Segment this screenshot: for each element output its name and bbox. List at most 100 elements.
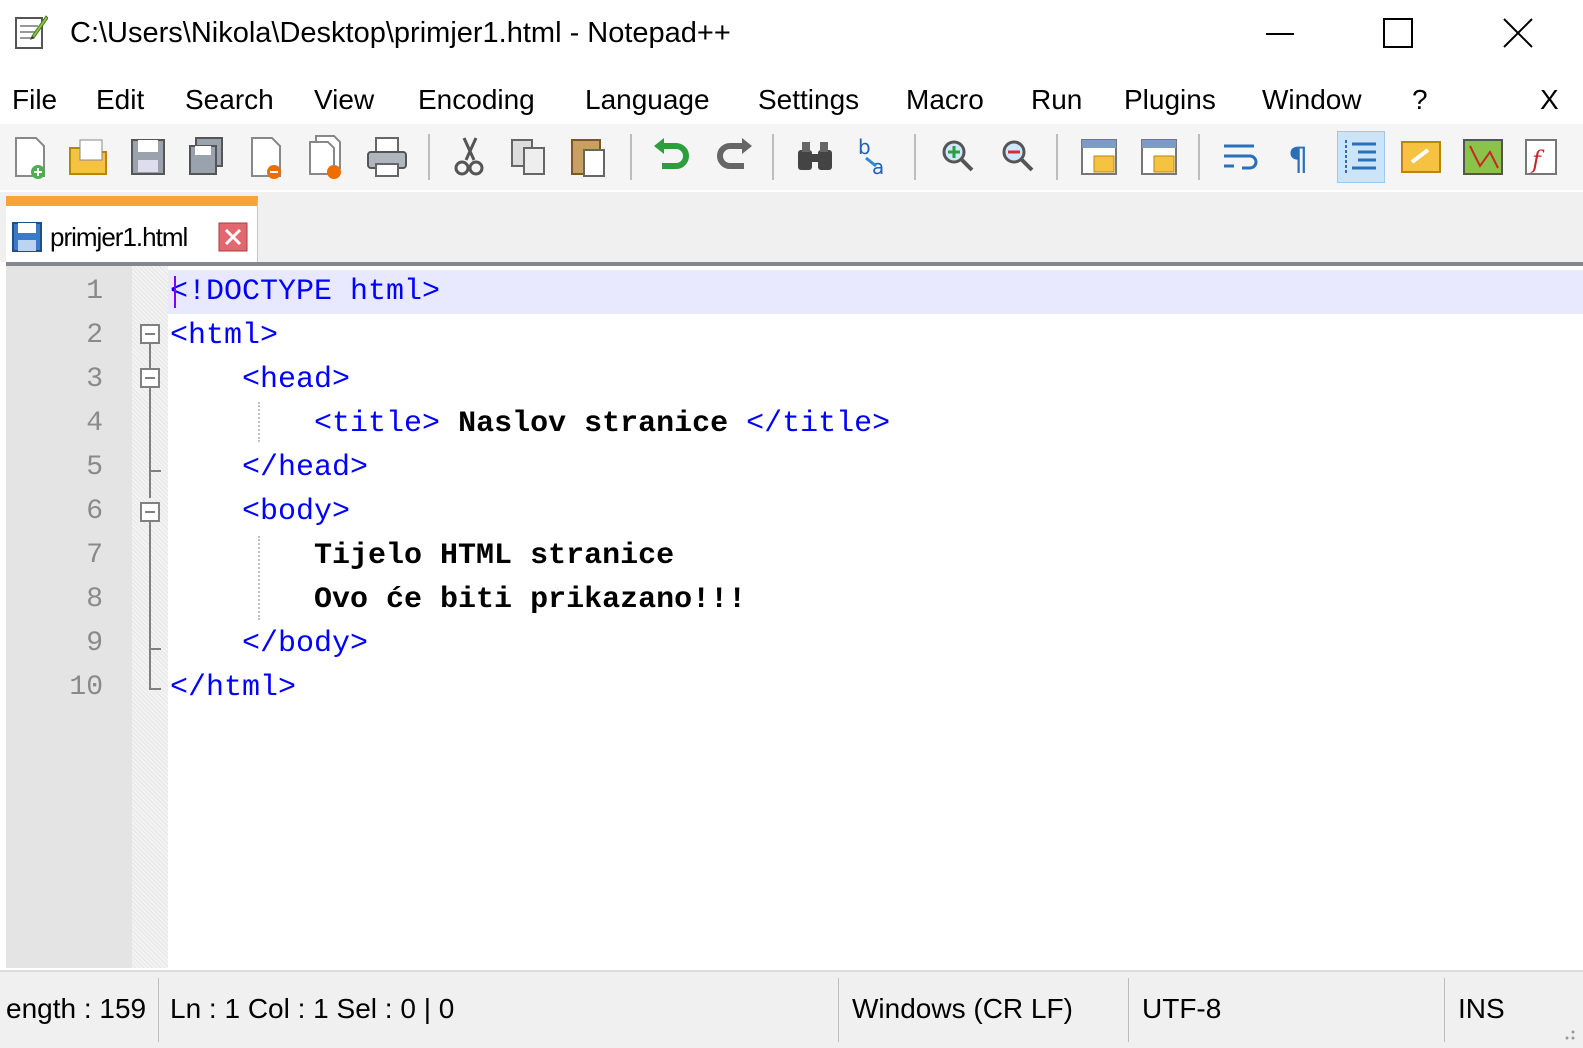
html-tag-token: <head>	[242, 363, 351, 397]
sync-vertical-icon[interactable]	[1076, 132, 1122, 182]
status-length: ength : 159	[6, 993, 147, 1024]
code-editor[interactable]: 1 2 3 4 5 6 7 8 9 10 <!DOCTYPE html> <ht…	[6, 262, 1583, 968]
menu-plugins[interactable]: Plugins	[1124, 80, 1216, 120]
status-position: Ln : 1 Col : 1 Sel : 0 | 0	[170, 993, 455, 1024]
menu-help[interactable]: ?	[1412, 80, 1428, 120]
status-encoding[interactable]: UTF-8	[1142, 986, 1221, 1032]
menu-language[interactable]: Language	[585, 80, 710, 120]
text-token: Naslov stranice	[440, 407, 747, 441]
show-all-chars-icon[interactable]: ¶	[1278, 132, 1324, 182]
new-file-icon[interactable]	[8, 132, 54, 182]
html-tag-token: </head>	[242, 451, 369, 485]
fold-line	[149, 344, 151, 368]
text-token: Tijelo HTML stranice	[314, 539, 675, 573]
menu-encoding[interactable]: Encoding	[418, 80, 535, 120]
maximize-button[interactable]	[1338, 0, 1458, 66]
title-bar: C:\Users\Nikola\Desktop\primjer1.html - …	[0, 0, 1583, 66]
tab-label: primjer1.html	[50, 222, 188, 252]
line-number: 1	[86, 276, 103, 307]
menu-settings[interactable]: Settings	[758, 80, 859, 120]
redo-icon[interactable]	[710, 132, 756, 182]
indent-guide-icon[interactable]	[1337, 131, 1385, 183]
notepad-plus-plus-icon[interactable]	[14, 12, 49, 50]
maximize-icon	[1383, 18, 1413, 48]
zoom-in-icon[interactable]	[934, 132, 980, 182]
code-line[interactable]: Ovo će biti prikazano!!!	[170, 578, 746, 622]
html-tag-token: <!DOCTYPE html>	[170, 275, 441, 309]
menu-bar: File Edit Search View Encoding Language …	[0, 76, 1583, 122]
save-icon	[10, 220, 44, 254]
code-line[interactable]: </head>	[170, 446, 368, 490]
resize-grip-icon[interactable]	[1555, 1020, 1577, 1042]
minimize-icon	[1266, 33, 1294, 35]
svg-text:b: b	[858, 135, 871, 159]
code-line[interactable]: <html>	[170, 314, 278, 358]
menu-window[interactable]: Window	[1262, 80, 1362, 120]
menu-run[interactable]: Run	[1031, 80, 1082, 120]
copy-icon[interactable]	[506, 132, 552, 182]
close-document-button[interactable]: X	[1540, 80, 1559, 120]
code-line[interactable]: <!DOCTYPE html>	[170, 270, 440, 314]
close-icon[interactable]	[244, 132, 290, 182]
line-number: 2	[86, 320, 103, 351]
code-line[interactable]: </html>	[170, 666, 296, 710]
function-list-icon[interactable]: f	[1520, 132, 1566, 182]
zoom-out-icon[interactable]	[994, 132, 1040, 182]
toolbar-separator	[914, 134, 916, 180]
fold-line	[149, 522, 151, 688]
print-icon[interactable]	[364, 132, 410, 182]
code-line[interactable]: <head>	[170, 358, 350, 402]
cut-icon[interactable]	[446, 132, 492, 182]
code-line[interactable]: </body>	[170, 622, 368, 666]
fold-toggle-html[interactable]	[140, 324, 160, 344]
menu-edit[interactable]: Edit	[96, 80, 144, 120]
minimize-button[interactable]	[1220, 0, 1340, 66]
close-all-icon[interactable]	[304, 132, 350, 182]
menu-file[interactable]: File	[12, 80, 57, 120]
menu-macro[interactable]: Macro	[906, 80, 984, 120]
tab-primjer1[interactable]: primjer1.html	[6, 196, 258, 262]
code-line[interactable]: Tijelo HTML stranice	[170, 534, 674, 578]
status-bar: ength : 159 Ln : 1 Col : 1 Sel : 0 | 0 W…	[0, 970, 1583, 1048]
menu-search[interactable]: Search	[185, 80, 274, 120]
close-icon	[1503, 18, 1533, 48]
toolbar: ba ¶ f	[0, 124, 1583, 190]
line-number: 7	[86, 540, 103, 571]
status-insert-mode[interactable]: INS	[1458, 986, 1505, 1032]
status-eol[interactable]: Windows (CR LF)	[852, 986, 1073, 1032]
word-wrap-icon[interactable]	[1218, 132, 1264, 182]
html-tag-token: <body>	[242, 495, 351, 529]
toolbar-separator	[630, 134, 632, 180]
code-line[interactable]: <body>	[170, 490, 350, 534]
undo-icon[interactable]	[650, 132, 696, 182]
svg-text:¶: ¶	[1288, 140, 1308, 178]
close-window-button[interactable]	[1458, 0, 1578, 66]
toolbar-separator	[428, 134, 430, 180]
save-all-icon[interactable]	[184, 132, 230, 182]
sync-horizontal-icon[interactable]	[1136, 132, 1182, 182]
udl-icon[interactable]	[1398, 132, 1444, 182]
toolbar-separator	[772, 134, 774, 180]
open-file-icon[interactable]	[66, 132, 112, 182]
line-number: 9	[86, 628, 103, 659]
paste-icon[interactable]	[566, 132, 612, 182]
find-icon[interactable]	[792, 132, 838, 182]
replace-icon[interactable]: ba	[852, 132, 898, 182]
toolbar-separator	[1198, 134, 1200, 180]
close-icon[interactable]	[218, 222, 248, 252]
save-icon[interactable]	[126, 132, 172, 182]
menu-view[interactable]: View	[314, 80, 374, 120]
doc-map-icon[interactable]	[1460, 132, 1506, 182]
fold-toggle-head[interactable]	[140, 368, 160, 388]
text-caret	[174, 276, 176, 308]
html-tag-token: <title>	[314, 407, 441, 441]
code-line[interactable]: <title> Naslov stranice </title>	[170, 402, 890, 446]
line-number: 6	[86, 496, 103, 527]
fold-toggle-body[interactable]	[140, 502, 160, 522]
